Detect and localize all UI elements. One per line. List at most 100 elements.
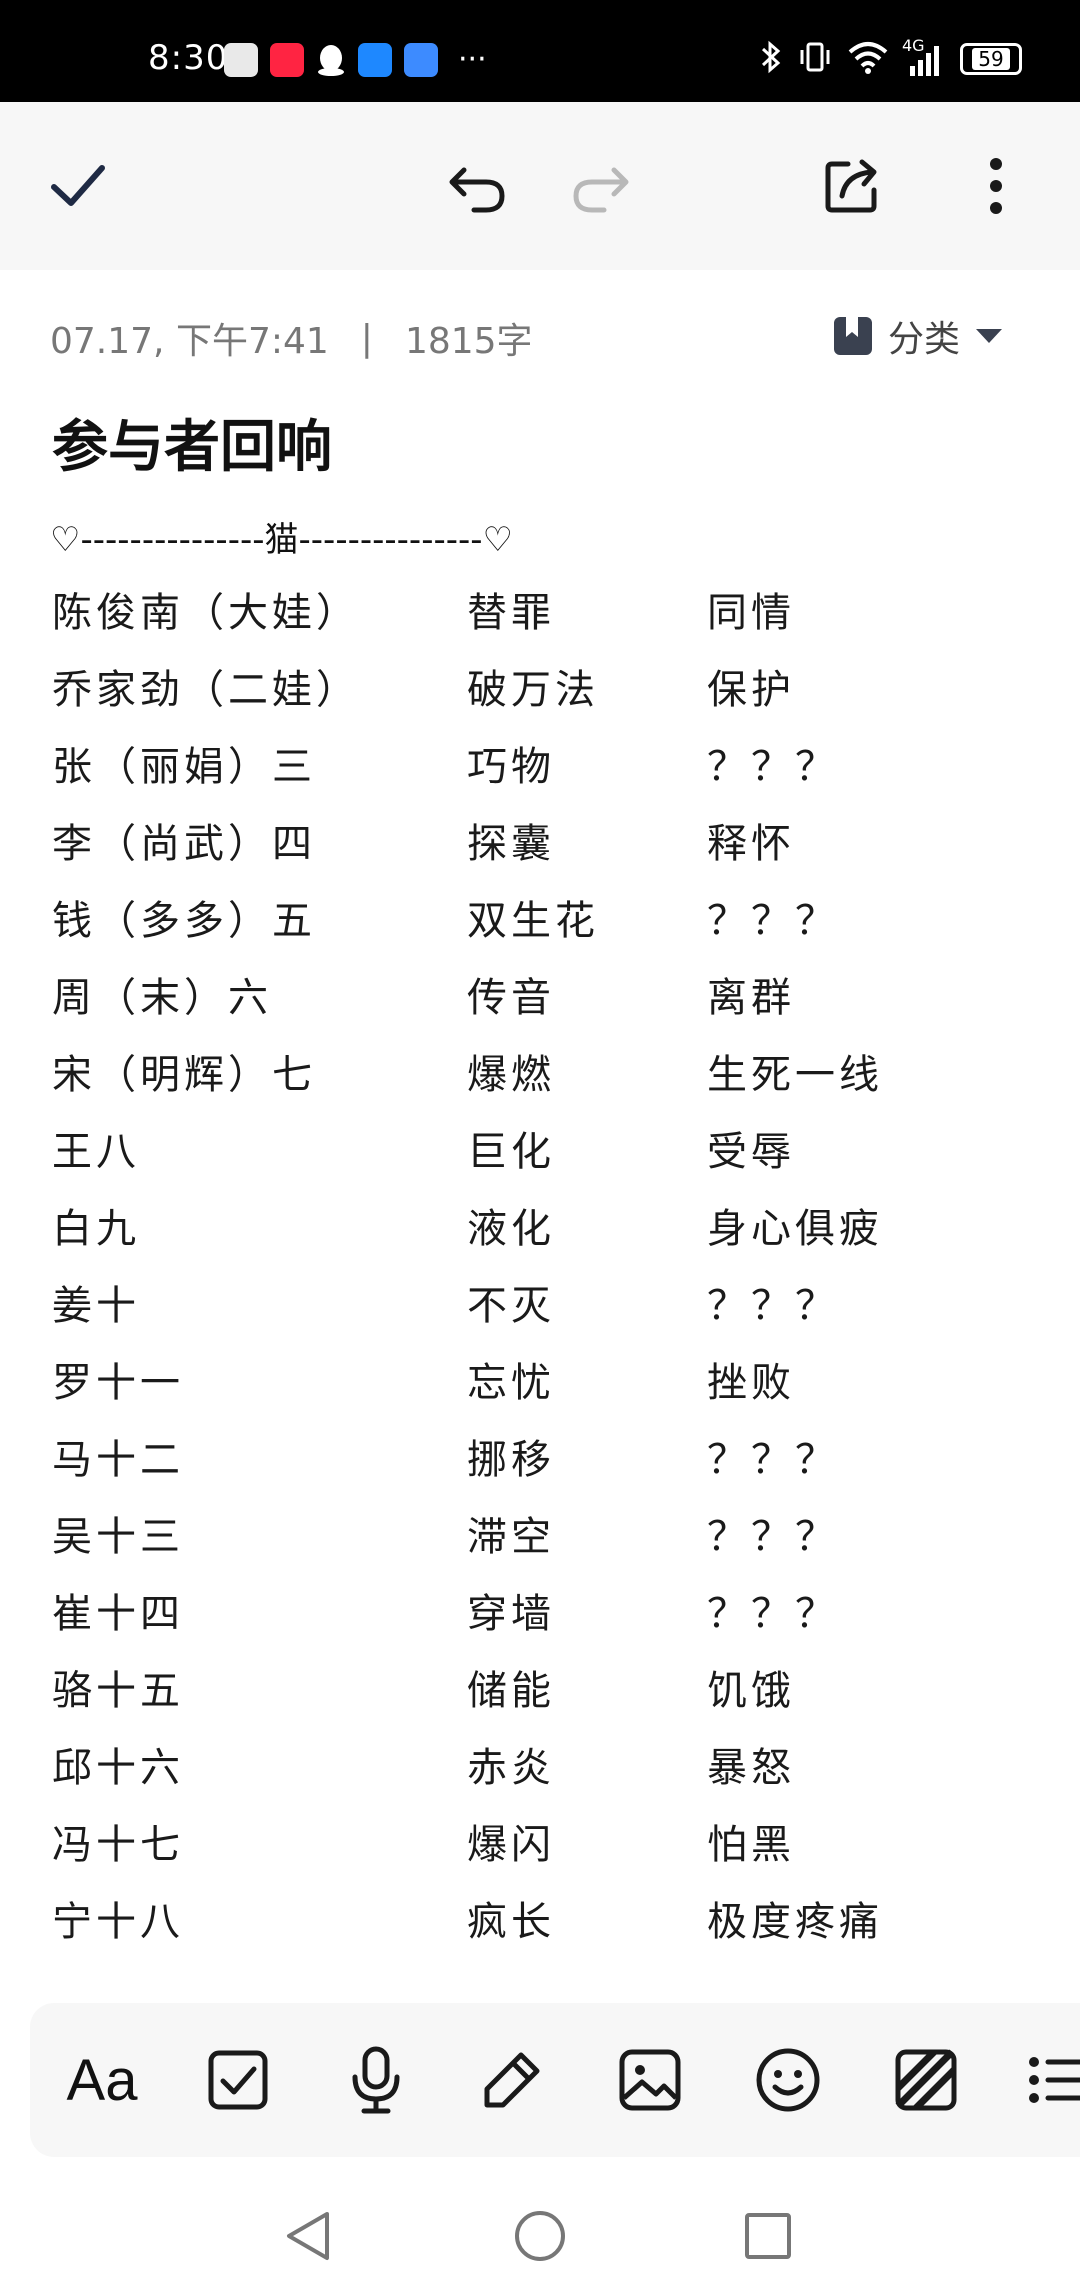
roster-row: 吴十三 滞空 ？？？: [52, 1504, 1052, 1581]
participant-echo: ？？？: [707, 744, 839, 790]
more-options-button[interactable]: [956, 146, 1036, 226]
nav-recents-button[interactable]: [736, 2204, 800, 2268]
signal-icon: 4G: [902, 36, 944, 76]
participant-name: 李（尚武）四: [52, 821, 316, 867]
category-selector[interactable]: 分类: [832, 310, 1004, 362]
insert-emoji-button[interactable]: [748, 2040, 828, 2120]
participant-echo: ？？？: [707, 1591, 839, 1637]
network-type-label: 4G: [902, 36, 925, 55]
participant-name: 陈俊南（大娃）: [52, 590, 360, 636]
roster-row: 钱（多多）五 双生花 ？？？: [52, 888, 1052, 965]
checklist-button[interactable]: [198, 2040, 278, 2120]
participant-ability: 探囊: [467, 821, 555, 867]
word-count: 1815字: [404, 321, 533, 362]
participant-ability: 破万法: [467, 667, 599, 713]
participant-name: 吴十三: [52, 1514, 184, 1560]
roster-row: 陈俊南（大娃） 替罪 同情: [52, 580, 1052, 657]
status-notification-icons: ···: [224, 42, 487, 77]
battery-level: 59: [972, 48, 1010, 70]
nav-home-button[interactable]: [508, 2204, 572, 2268]
text-style-button[interactable]: Aa: [62, 2040, 142, 2120]
participant-name: 马十二: [52, 1437, 184, 1483]
more-vertical-icon: [990, 158, 1002, 214]
participant-ability: 传音: [467, 975, 555, 1021]
note-body[interactable]: 陈俊南（大娃） 替罪 同情 乔家劲（二娃） 破万法 保护 张（丽娟）三 巧物 ？？？ 李（尚武）四…: [52, 580, 1052, 1966]
participant-ability: 双生花: [467, 898, 599, 944]
roster-row: 崔十四 穿墙 ？？？: [52, 1581, 1052, 1658]
participant-echo: 释怀: [707, 821, 795, 867]
done-button[interactable]: [38, 146, 118, 226]
redo-button[interactable]: [560, 146, 640, 226]
cloud-app-icon: [404, 42, 438, 77]
participant-name: 邱十六: [52, 1745, 184, 1791]
participant-name: 冯十七: [52, 1822, 184, 1868]
participant-echo: 保护: [707, 667, 795, 713]
emoji-icon: [756, 2048, 820, 2112]
roster-row: 姜十 不灭 ？？？: [52, 1273, 1052, 1350]
roster-row: 邱十六 赤炎 暴怒: [52, 1735, 1052, 1812]
insert-image-button[interactable]: [610, 2040, 690, 2120]
vibrate-icon: [798, 40, 832, 78]
checkbox-icon: [208, 2050, 268, 2110]
notes-app-icon: [224, 42, 258, 77]
undo-button[interactable]: [438, 146, 518, 226]
participant-ability: 穿墙: [467, 1591, 555, 1637]
weather-app-icon: [358, 42, 392, 77]
participant-echo: 生死一线: [707, 1052, 883, 1098]
system-navigation-bar: [0, 2190, 1080, 2280]
format-toolbar: Aa: [30, 2003, 1080, 2157]
participant-name: 王八: [52, 1129, 140, 1175]
note-title[interactable]: 参与者回响: [52, 402, 332, 483]
note-timestamp: 07.17, 下午7:41: [50, 321, 329, 362]
note-meta: 07.17, 下午7:41 | 1815字: [50, 312, 533, 364]
participant-ability: 爆燃: [467, 1052, 555, 1098]
background-pattern-button[interactable]: [886, 2040, 966, 2120]
participant-name: 周（末）六: [52, 975, 272, 1021]
participant-echo: 极度疼痛: [707, 1899, 883, 1945]
participant-name: 乔家劲（二娃）: [52, 667, 360, 713]
pen-icon: [484, 2052, 540, 2108]
roster-row: 白九 液化 身心俱疲: [52, 1196, 1052, 1273]
microphone-icon: [352, 2046, 400, 2114]
participant-name: 崔十四: [52, 1591, 184, 1637]
image-icon: [619, 2049, 681, 2111]
dropdown-arrow-icon: [976, 329, 1002, 343]
participant-ability: 巨化: [467, 1129, 555, 1175]
participant-echo: 身心俱疲: [707, 1206, 883, 1252]
more-notifications-icon: ···: [458, 42, 487, 77]
participant-ability: 滞空: [467, 1514, 555, 1560]
list-format-button[interactable]: [1016, 2040, 1080, 2120]
share-button[interactable]: [812, 146, 892, 226]
participant-echo: 受辱: [707, 1129, 795, 1175]
participant-name: 白九: [52, 1206, 140, 1252]
home-circle-icon: [515, 2211, 565, 2261]
decorative-divider: ♡---------------猫---------------♡: [50, 520, 514, 560]
roster-row: 王八 巨化 受辱: [52, 1119, 1052, 1196]
share-icon: [825, 159, 877, 213]
wifi-icon: [848, 40, 888, 78]
participant-ability: 替罪: [467, 590, 555, 636]
text-style-label: Aa: [66, 2047, 138, 2113]
bookmark-icon: [833, 317, 872, 355]
participant-ability: 挪移: [467, 1437, 555, 1483]
roster-row: 宁十八 疯长 极度疼痛: [52, 1889, 1052, 1966]
recents-square-icon: [745, 2213, 791, 2259]
nav-back-button[interactable]: [276, 2204, 340, 2268]
participant-name: 宁十八: [52, 1899, 184, 1945]
handwriting-button[interactable]: [472, 2040, 552, 2120]
participant-name: 钱（多多）五: [52, 898, 316, 944]
participant-name: 骆十五: [52, 1668, 184, 1714]
participant-echo: ？？？: [707, 1437, 839, 1483]
roster-row: 宋（明辉）七 爆燃 生死一线: [52, 1042, 1052, 1119]
list-icon: [1029, 2057, 1080, 2103]
participant-echo: 怕黑: [707, 1822, 795, 1868]
battery-icon: 59: [960, 43, 1022, 75]
participant-echo: ？？？: [707, 898, 839, 944]
roster-row: 马十二 挪移 ？？？: [52, 1427, 1052, 1504]
participant-echo: 挫败: [707, 1360, 795, 1406]
participant-ability: 巧物: [467, 744, 555, 790]
note-toolbar: [0, 102, 1080, 270]
participant-ability: 液化: [467, 1206, 555, 1252]
undo-icon: [449, 167, 505, 213]
voice-input-button[interactable]: [336, 2040, 416, 2120]
